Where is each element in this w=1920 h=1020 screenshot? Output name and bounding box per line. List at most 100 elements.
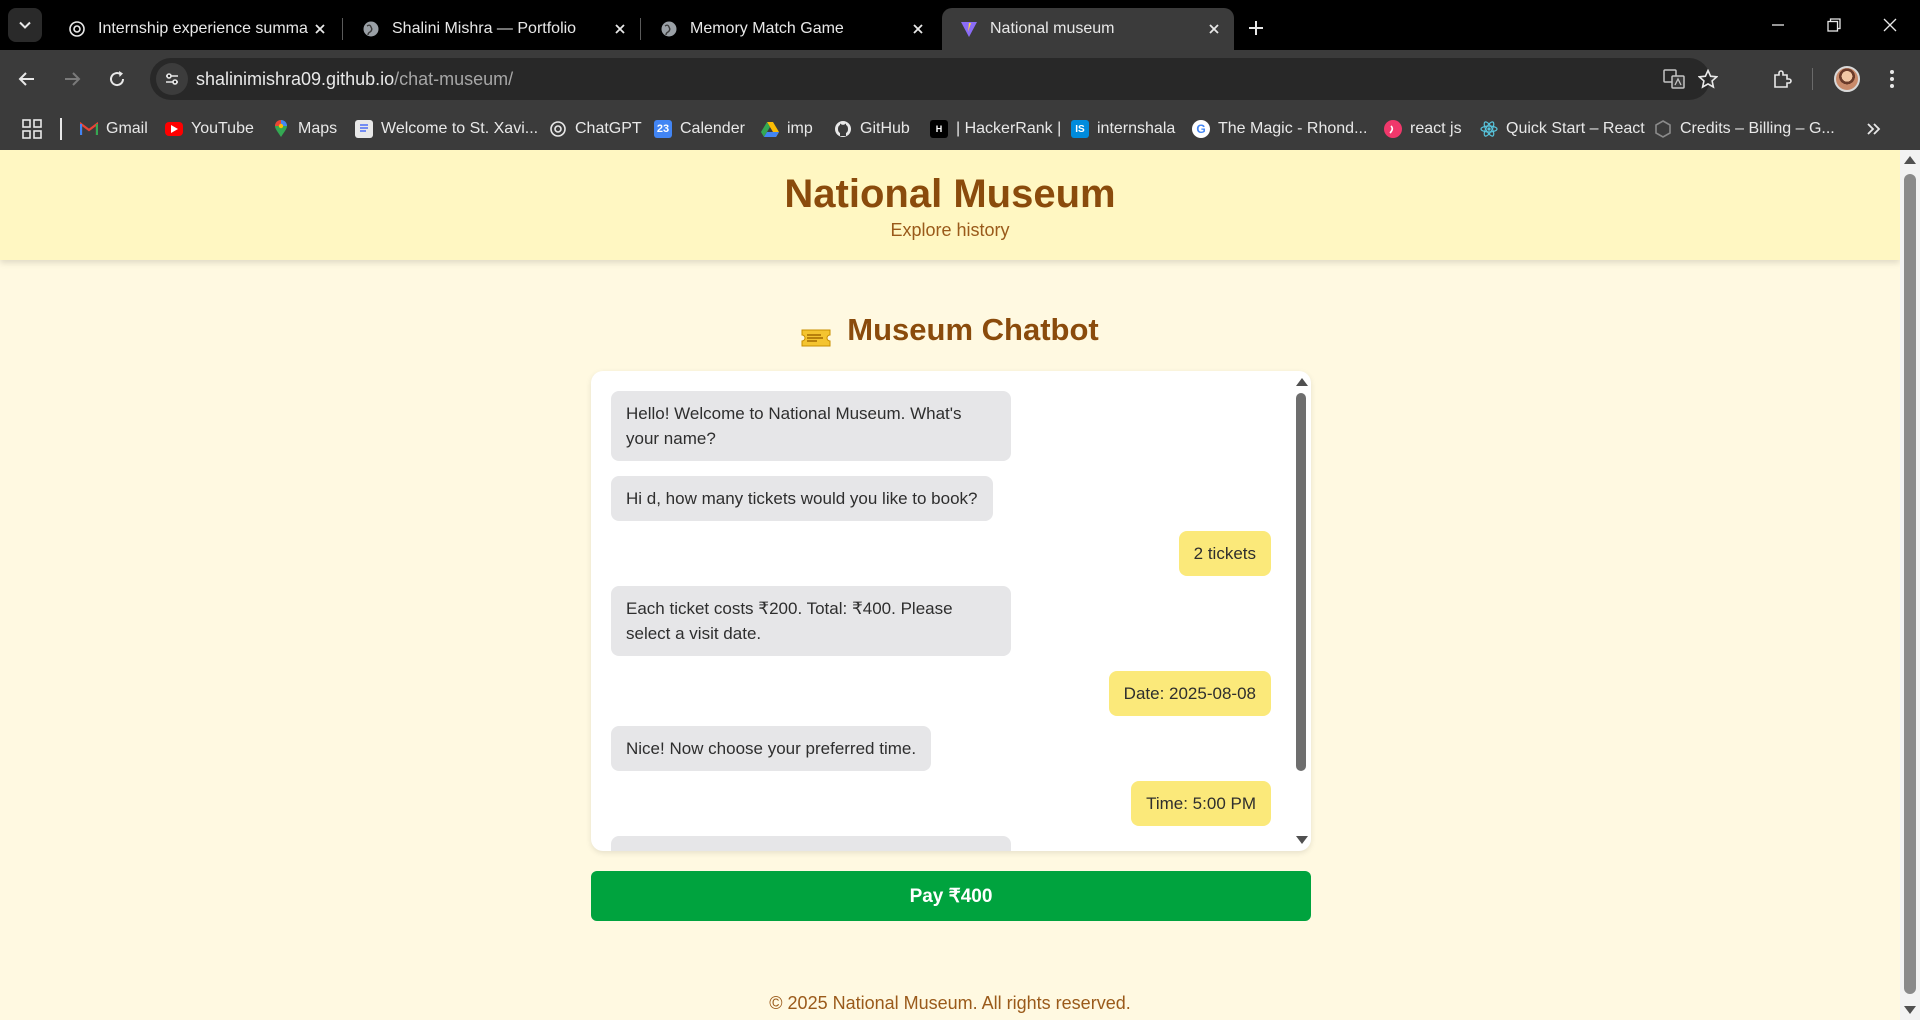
globe-icon — [362, 20, 380, 38]
bookmark-label: Maps — [298, 120, 338, 137]
bookmark-label: YouTube — [191, 120, 254, 137]
restore-button[interactable] — [1806, 0, 1862, 50]
bookmark-maps[interactable]: Maps — [272, 116, 337, 142]
bookmark-label: react js — [1410, 120, 1462, 137]
chevron-down-icon — [19, 21, 31, 29]
tab-portfolio[interactable]: Shalini Mishra — Portfolio — [344, 8, 640, 50]
bookmark-internshala[interactable]: IS internshala — [1071, 116, 1175, 142]
bot-message: Hello! Welcome to National Museum. What'… — [611, 391, 1011, 461]
react-js-icon — [1384, 120, 1402, 138]
bookmark-label: internshala — [1097, 120, 1176, 137]
translate-icon[interactable] — [1662, 67, 1686, 91]
bot-message: Each ticket costs ₹200. Total: ₹400. Ple… — [611, 586, 1011, 656]
scroll-thumb[interactable] — [1296, 393, 1306, 771]
bookmark-st-xavier[interactable]: Welcome to St. Xavi... — [355, 116, 538, 142]
reload-button[interactable] — [99, 61, 135, 97]
bot-message: Booking summary: 2 ticket(s) on 2025-08-… — [611, 836, 1011, 851]
drive-icon — [761, 120, 779, 138]
bookmark-label: Credits – Billing – G... — [1680, 120, 1835, 137]
bookmark-quick-start-react[interactable]: Quick Start – React — [1480, 116, 1645, 142]
close-icon[interactable] — [1202, 17, 1226, 41]
close-icon — [1883, 18, 1897, 32]
forward-button[interactable] — [54, 61, 90, 97]
chatbot-heading-text: Museum Chatbot — [847, 312, 1099, 347]
browser-toolbar: shalinimishra09.github.io/chat-museum/ — [0, 50, 1920, 108]
tab-title: Internship experience summary — [98, 20, 308, 37]
new-tab-button[interactable] — [1240, 12, 1272, 44]
more-bookmarks-button[interactable] — [1862, 117, 1886, 141]
minimize-icon — [1772, 24, 1784, 26]
browser-menu-button[interactable] — [1874, 61, 1910, 97]
more-vert-icon — [1890, 70, 1894, 88]
profile-button[interactable] — [1829, 61, 1865, 97]
bookmark-react-js[interactable]: react js — [1384, 116, 1462, 142]
tab-title: Memory Match Game — [690, 20, 844, 37]
close-icon[interactable] — [608, 17, 632, 41]
close-icon[interactable] — [308, 17, 332, 41]
bookmark-youtube[interactable]: YouTube — [165, 116, 254, 142]
pay-button[interactable]: Pay ₹400 — [591, 871, 1311, 921]
user-message: 2 tickets — [1178, 531, 1271, 576]
tab-internship-summary[interactable]: Internship experience summary — [50, 8, 340, 50]
restore-icon — [1827, 18, 1841, 32]
bookmark-label: Quick Start – React — [1506, 120, 1645, 137]
extensions-button[interactable] — [1764, 61, 1800, 97]
minimize-button[interactable] — [1750, 0, 1806, 50]
apps-grid-icon[interactable] — [20, 117, 44, 141]
site-info-button[interactable] — [156, 63, 188, 95]
tab-divider — [342, 18, 343, 40]
bookmark-label: The Magic - Rhond... — [1218, 120, 1368, 137]
url-path: /chat-museum/ — [394, 69, 514, 89]
bookmark-calender[interactable]: 23 Calender — [654, 116, 745, 142]
chat-scrollbar[interactable] — [1291, 371, 1311, 851]
chat-messages[interactable]: Hello! Welcome to National Museum. What'… — [591, 371, 1291, 851]
bookmarks-divider — [60, 118, 62, 140]
plus-icon — [1249, 21, 1263, 35]
tab-search-button[interactable] — [8, 8, 42, 42]
user-message: Date: 2025-08-08 — [1108, 671, 1271, 716]
site-footer: © 2025 National Museum. All rights reser… — [769, 993, 1131, 1013]
arrow-left-icon — [18, 72, 34, 86]
bookmark-label: Welcome to St. Xavi... — [381, 120, 539, 137]
reload-icon — [110, 71, 125, 87]
close-window-button[interactable] — [1862, 0, 1918, 50]
back-button[interactable] — [9, 61, 45, 97]
star-icon[interactable] — [1696, 67, 1720, 91]
bookmark-chatgpt[interactable]: ChatGPT — [549, 116, 642, 142]
tab-national-museum[interactable]: National museum — [942, 8, 1234, 50]
chatbot-heading: Museum Chatbot — [0, 312, 1900, 348]
close-icon[interactable] — [906, 17, 930, 41]
page-scrollbar[interactable] — [1900, 150, 1920, 1020]
scroll-down-icon[interactable] — [1904, 1006, 1916, 1014]
bookmark-gmail[interactable]: Gmail — [80, 116, 148, 142]
bookmark-the-magic[interactable]: G The Magic - Rhond... — [1192, 116, 1367, 142]
bookmark-credits-billing[interactable]: Credits – Billing – G... — [1654, 116, 1835, 142]
calendar-icon: 23 — [654, 120, 672, 138]
address-bar[interactable]: shalinimishra09.github.io/chat-museum/ — [150, 58, 1718, 100]
bot-message: Hi d, how many tickets would you like to… — [611, 476, 993, 521]
internshala-icon: IS — [1071, 120, 1089, 138]
doc-icon — [355, 120, 373, 138]
site-subtitle: Explore history — [890, 220, 1010, 240]
url-host: shalinimishra09.github.io — [196, 69, 395, 89]
user-message: Time: 5:00 PM — [1131, 781, 1271, 826]
tab-title: National museum — [990, 20, 1115, 37]
google-icon: G — [1192, 120, 1210, 138]
tab-memory-match[interactable]: Memory Match Game — [642, 8, 938, 50]
scroll-up-icon[interactable] — [1904, 156, 1916, 164]
scroll-down-icon[interactable] — [1296, 836, 1308, 844]
bookmark-github[interactable]: GitHub — [834, 116, 910, 142]
url-text[interactable]: shalinimishra09.github.io/chat-museum/ — [196, 69, 513, 90]
bookmark-hackerrank[interactable]: H | HackerRank | — [930, 116, 1061, 142]
bookmark-label: Gmail — [106, 120, 148, 137]
bookmark-imp[interactable]: imp — [761, 116, 813, 142]
avatar — [1834, 66, 1860, 92]
scroll-thumb[interactable] — [1904, 174, 1916, 994]
double-chevron-right-icon — [1867, 123, 1881, 135]
puzzle-icon — [1774, 70, 1792, 88]
tune-icon — [166, 73, 178, 85]
scroll-up-icon[interactable] — [1296, 378, 1308, 386]
tab-strip: Internship experience summary Shalini Mi… — [0, 0, 1920, 50]
tab-divider — [640, 18, 641, 40]
chat-window[interactable]: Hello! Welcome to National Museum. What'… — [591, 371, 1311, 851]
